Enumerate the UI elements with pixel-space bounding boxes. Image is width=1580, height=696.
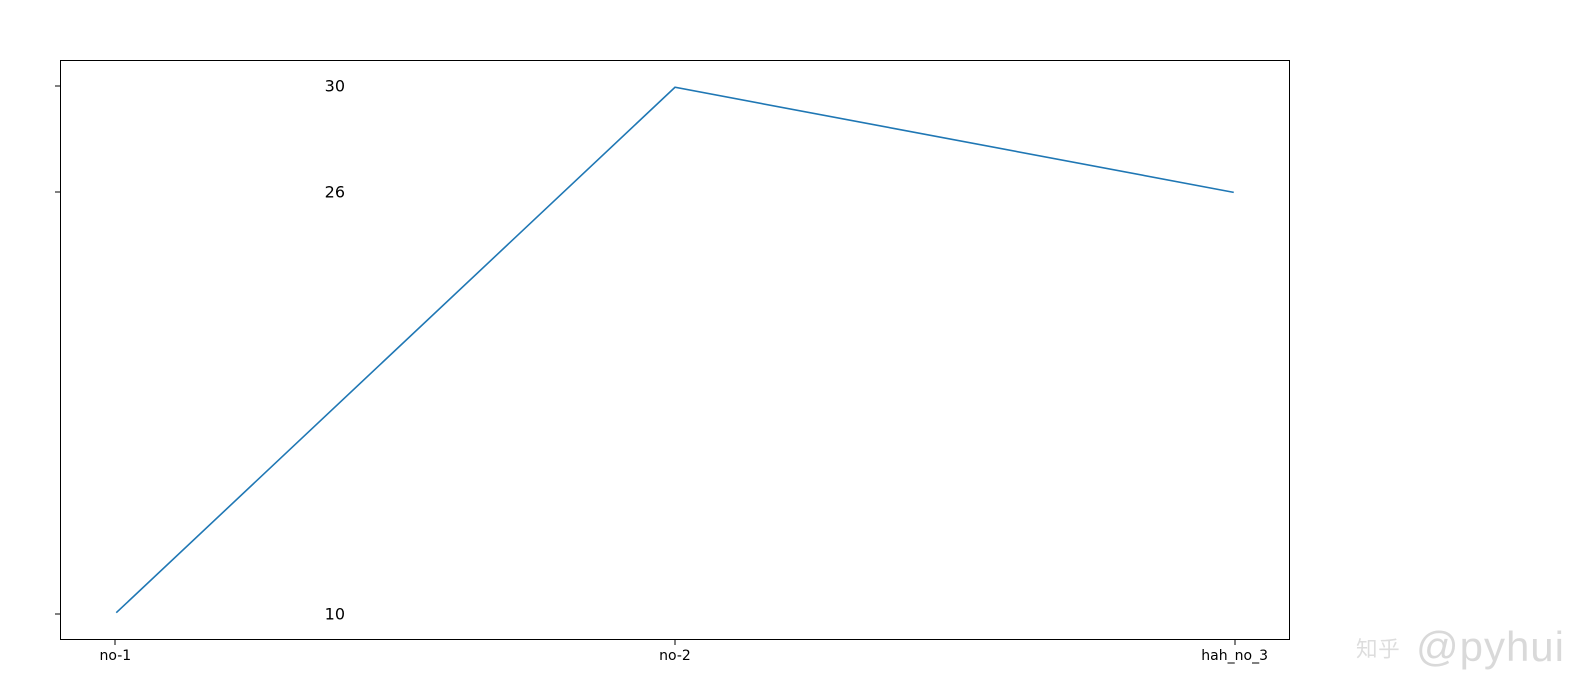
- watermark: 知乎 @pyhui: [1356, 623, 1565, 671]
- x-tick-mark: [1234, 640, 1235, 645]
- y-tick-label: 26: [305, 182, 345, 201]
- y-tick-label: 30: [305, 77, 345, 96]
- y-tick-mark: [55, 191, 60, 192]
- x-tick-mark: [115, 640, 116, 645]
- x-tick-label: no-2: [659, 648, 691, 664]
- x-tick-label: hah_no_3: [1201, 648, 1268, 664]
- chart-plot-area: [60, 60, 1290, 640]
- line-series: [61, 61, 1289, 639]
- watermark-text: @pyhui: [1416, 623, 1565, 671]
- y-tick-label: 10: [305, 604, 345, 623]
- x-tick-mark: [675, 640, 676, 645]
- y-tick-mark: [55, 613, 60, 614]
- x-tick-label: no-1: [100, 648, 132, 664]
- svg-text:知乎: 知乎: [1356, 638, 1400, 662]
- y-tick-mark: [55, 86, 60, 87]
- zhihu-logo-icon: 知乎: [1356, 623, 1404, 671]
